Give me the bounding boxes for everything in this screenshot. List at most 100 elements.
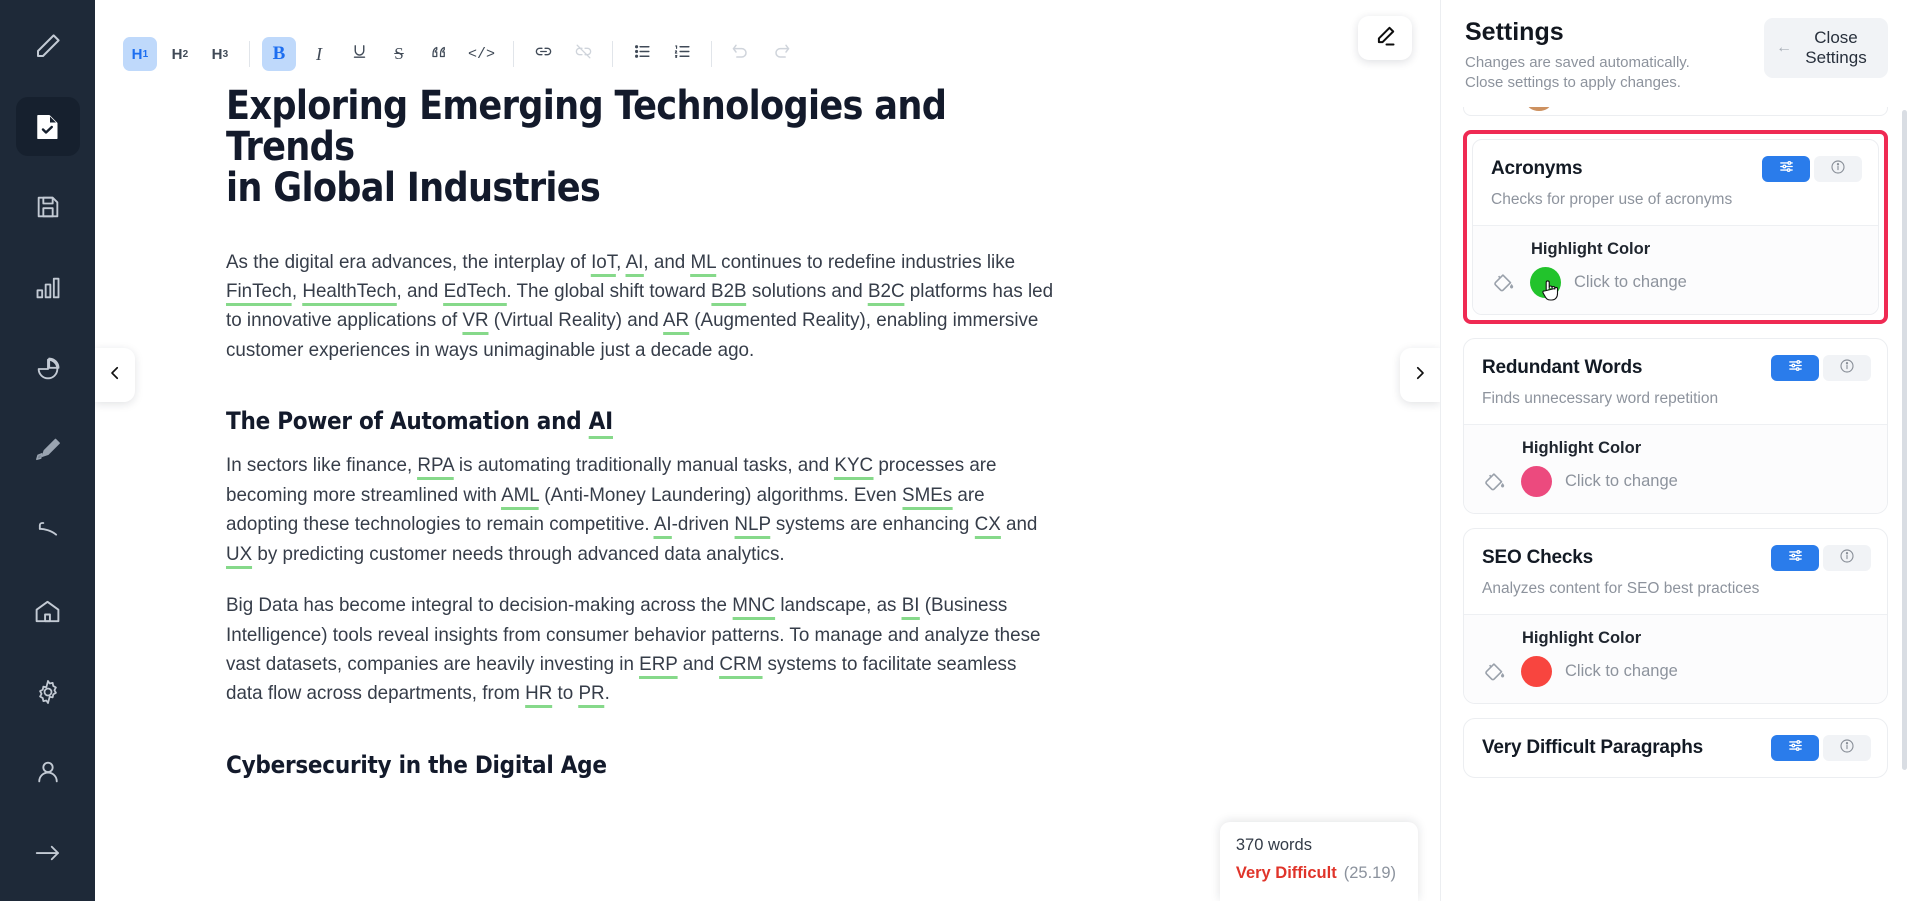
info-button[interactable] <box>1823 355 1871 381</box>
code-button[interactable]: </> <box>462 37 501 71</box>
numbered-list-button[interactable] <box>665 37 699 71</box>
bullet-list-icon <box>633 42 652 66</box>
color-swatch[interactable] <box>1521 466 1552 497</box>
check-card-actions <box>1762 156 1862 182</box>
check-card-inner: Redundant Words Finds unnecessary word r… <box>1464 339 1887 513</box>
undo-button[interactable] <box>724 37 758 71</box>
unlink-button[interactable] <box>566 37 600 71</box>
acronym-highlight: RPA <box>417 454 454 481</box>
next-document-button[interactable] <box>1400 348 1440 402</box>
acronym-highlight: CX <box>974 513 1001 540</box>
check-card-actions <box>1771 545 1871 571</box>
acronym-highlight: AI <box>625 250 644 277</box>
check-card-header: SEO Checks Analyzes content for SEO best… <box>1464 529 1887 614</box>
bullet-list-button[interactable] <box>625 37 659 71</box>
link-button[interactable] <box>526 37 560 71</box>
configure-button[interactable] <box>1771 355 1819 381</box>
left-sidebar <box>0 0 95 901</box>
strikethrough-button[interactable]: S <box>382 37 416 71</box>
check-card-title-row: Redundant Words <box>1482 355 1871 381</box>
highlight-color-label: Highlight Color <box>1522 629 1642 647</box>
check-card-redundant-words: Redundant Words Finds unnecessary word r… <box>1463 338 1888 514</box>
h3-label: H <box>211 45 223 63</box>
settings-panel: Settings Changes are saved automatically… <box>1440 0 1910 901</box>
info-button[interactable] <box>1814 156 1862 182</box>
info-button[interactable] <box>1823 545 1871 571</box>
check-card-actions <box>1771 355 1871 381</box>
document-content[interactable]: Exploring Emerging Technologies and Tren… <box>226 85 1086 795</box>
arrow-left-icon: ← <box>1776 39 1792 57</box>
sidebar-item-document[interactable] <box>15 96 80 157</box>
unlink-icon <box>574 42 593 66</box>
sidebar-item-exit[interactable] <box>16 823 80 883</box>
readability-score: (25.19) <box>1343 864 1396 882</box>
quote-icon <box>430 43 448 66</box>
settings-title: Settings <box>1465 18 1564 46</box>
sidebar-item-account[interactable] <box>16 743 80 803</box>
check-card-header: Very Difficult Paragraphs <box>1464 719 1887 777</box>
sidebar-item-highlighter[interactable] <box>16 420 80 480</box>
sidebar-item-statistics[interactable] <box>16 258 80 318</box>
info-icon <box>1839 738 1855 759</box>
acronym-highlight: VR <box>462 309 489 336</box>
numbered-list-icon <box>673 42 692 66</box>
info-button[interactable] <box>1823 735 1871 761</box>
app-root: H1 H2 H3 B I S </> Exploring Emerging Te… <box>0 0 1910 901</box>
toolbar-divider <box>612 41 614 67</box>
configure-button[interactable] <box>1771 735 1819 761</box>
highlight-color-row: Click to change <box>1491 267 1862 301</box>
sidebar-item-pencil[interactable] <box>16 16 80 76</box>
sidebar-item-home[interactable] <box>16 581 80 641</box>
highlight-color-row: Click to change <box>1482 466 1871 497</box>
check-card-inner: SEO Checks Analyzes content for SEO best… <box>1464 529 1887 703</box>
acronym-highlight: SMEs <box>902 483 953 510</box>
configure-button[interactable] <box>1771 545 1819 571</box>
acronym-highlight: HR <box>525 682 553 709</box>
acronym-highlight: MNC <box>732 594 776 621</box>
save-icon <box>34 193 62 221</box>
info-icon <box>1839 548 1855 569</box>
info-icon <box>1830 159 1846 180</box>
sidebar-item-analytics[interactable] <box>16 339 80 399</box>
user-icon <box>34 758 62 786</box>
acronym-highlight: KYC <box>834 454 874 481</box>
previous-document-button[interactable] <box>95 348 135 402</box>
sidebar-item-settings[interactable] <box>16 662 80 722</box>
settings-scrollbar[interactable] <box>1902 110 1907 770</box>
paragraph-3: Big Data has become integral to decision… <box>226 591 1056 709</box>
italic-button[interactable]: I <box>302 37 336 71</box>
color-swatch[interactable] <box>1530 267 1561 298</box>
highlight-color-hint: Click to change <box>1565 472 1678 490</box>
acronym-highlight: B2B <box>711 280 747 306</box>
sidebar-item-save[interactable] <box>16 177 80 237</box>
settings-header: Settings Changes are saved automatically… <box>1441 0 1910 107</box>
sidebar-item-eraser[interactable] <box>16 500 80 560</box>
bold-button[interactable]: B <box>262 37 296 71</box>
check-card-seo-checks: SEO Checks Analyzes content for SEO best… <box>1463 528 1888 704</box>
heading1-button[interactable]: H1 <box>123 37 157 71</box>
underline-icon <box>351 43 368 65</box>
redo-icon <box>771 42 791 67</box>
blockquote-button[interactable] <box>422 37 456 71</box>
paragraph-1: As the digital era advances, the interpl… <box>226 250 1054 361</box>
heading3-button[interactable]: H3 <box>203 37 237 71</box>
edit-document-button[interactable] <box>1358 16 1412 60</box>
redo-button[interactable] <box>764 37 798 71</box>
heading2-button[interactable]: H2 <box>163 37 197 71</box>
configure-button[interactable] <box>1762 156 1810 182</box>
color-swatch[interactable] <box>1521 656 1552 687</box>
acronym-highlight: ERP <box>639 652 678 679</box>
acronym-highlight: IoT <box>591 250 617 277</box>
eraser-icon <box>34 516 62 544</box>
acronym-highlight: PR <box>578 682 605 709</box>
close-settings-button[interactable]: ← Close Settings <box>1764 18 1888 79</box>
word-count-value: 370 words <box>1235 836 1312 854</box>
pie-chart-icon <box>34 355 62 383</box>
acronym-highlight: UX <box>226 542 253 569</box>
document-check-icon <box>33 112 63 142</box>
check-description: Checks for proper use of acronyms <box>1491 191 1733 208</box>
underline-button[interactable] <box>342 37 376 71</box>
word-count-badge: 370 words Very Difficult (25.19) <box>1219 822 1418 901</box>
check-card-title-row: Very Difficult Paragraphs <box>1482 735 1871 761</box>
acronym-highlight: FinTech <box>226 280 292 306</box>
